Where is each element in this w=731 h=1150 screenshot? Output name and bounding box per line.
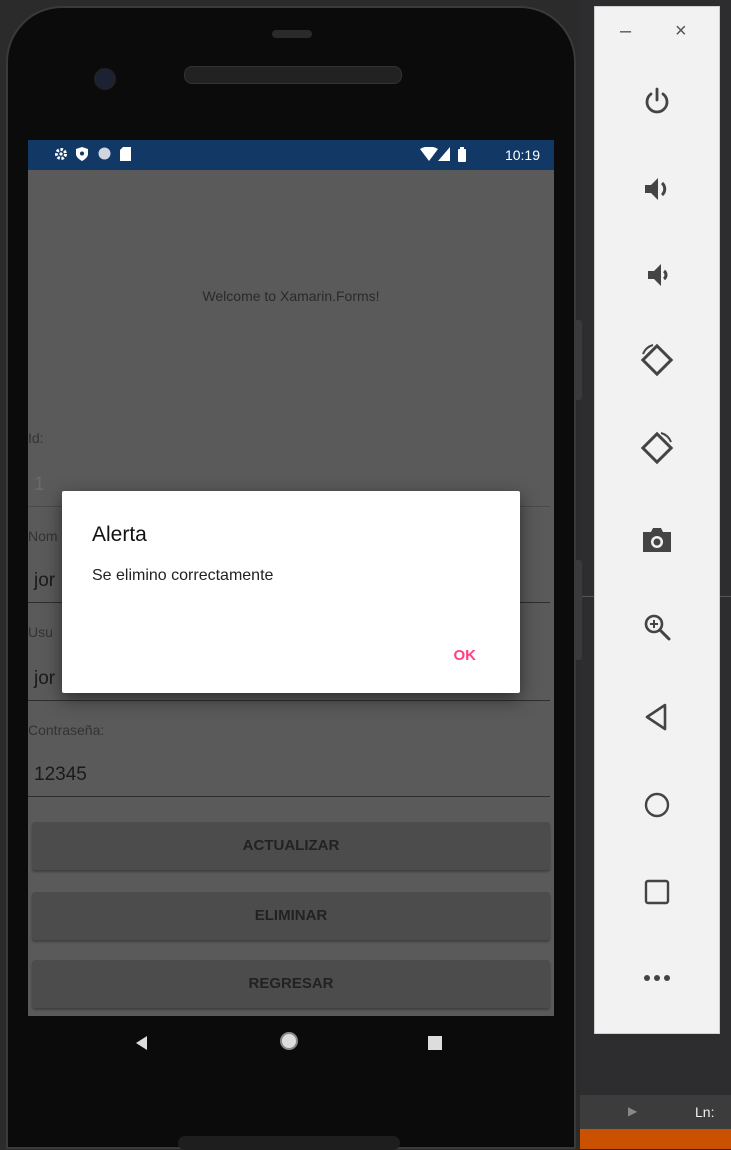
contrasena-field-value: 12345: [34, 764, 87, 785]
camera-icon[interactable]: [594, 526, 720, 559]
power-icon[interactable]: [594, 86, 720, 121]
welcome-label: Welcome to Xamarin.Forms!: [202, 288, 380, 304]
minimize-button[interactable]: –: [620, 20, 631, 43]
ide-orange-bar: [580, 1129, 731, 1149]
id-label: Id:: [28, 430, 44, 446]
nombre-field-value: jor: [34, 570, 56, 591]
nav-back-icon[interactable]: [136, 1036, 147, 1050]
android-status-bar: 10:19: [28, 140, 554, 170]
phone-top-slot: [272, 30, 312, 38]
usuario-label: Usu: [28, 624, 53, 640]
wifi-icon: [420, 146, 438, 165]
volume-down-icon[interactable]: [594, 260, 720, 295]
back-icon[interactable]: [594, 702, 720, 737]
gear-icon: [54, 147, 68, 165]
dialog-ok-button[interactable]: OK: [454, 647, 477, 664]
actualizar-button[interactable]: ACTUALIZAR: [32, 822, 550, 870]
zoom-icon[interactable]: [594, 612, 720, 647]
phone-earpiece: [184, 66, 402, 84]
home-icon[interactable]: [594, 790, 720, 825]
usuario-field-value: jor: [34, 668, 56, 689]
phone-bottom-speaker: [178, 1136, 400, 1150]
close-button[interactable]: ×: [675, 20, 687, 43]
id-field-value: 1: [34, 474, 45, 495]
ide-arrow-icon: ▶: [628, 1104, 638, 1118]
more-icon[interactable]: [594, 970, 720, 988]
nav-recent-icon[interactable]: [428, 1036, 442, 1050]
signal-icon: [438, 147, 450, 165]
dialog-title: Alerta: [92, 523, 147, 546]
nombre-label: Nom: [28, 528, 58, 544]
nav-home-icon[interactable]: [280, 1032, 298, 1050]
circle-icon: [98, 147, 111, 164]
phone-power-button: [576, 320, 582, 400]
alert-dialog: Alerta Se elimino correctamente OK: [62, 491, 520, 693]
contrasena-field[interactable]: 12345: [28, 754, 550, 797]
eliminar-button[interactable]: ELIMINAR: [32, 892, 550, 940]
ide-line-indicator: Ln:: [695, 1104, 715, 1120]
contrasena-label: Contraseña:: [28, 722, 105, 738]
sd-card-icon: [120, 147, 131, 165]
battery-icon: [458, 147, 466, 166]
rotate-right-icon[interactable]: [594, 430, 720, 471]
shield-icon: [76, 147, 88, 165]
front-camera-icon: [94, 68, 116, 90]
overview-icon[interactable]: [594, 878, 720, 911]
regresar-button[interactable]: REGRESAR: [32, 960, 550, 1008]
status-time: 10:19: [504, 147, 540, 163]
phone-volume-button: [576, 560, 582, 660]
rotate-left-icon[interactable]: [594, 342, 720, 383]
volume-up-icon[interactable]: [594, 174, 720, 209]
dialog-message: Se elimino correctamente: [92, 567, 274, 584]
